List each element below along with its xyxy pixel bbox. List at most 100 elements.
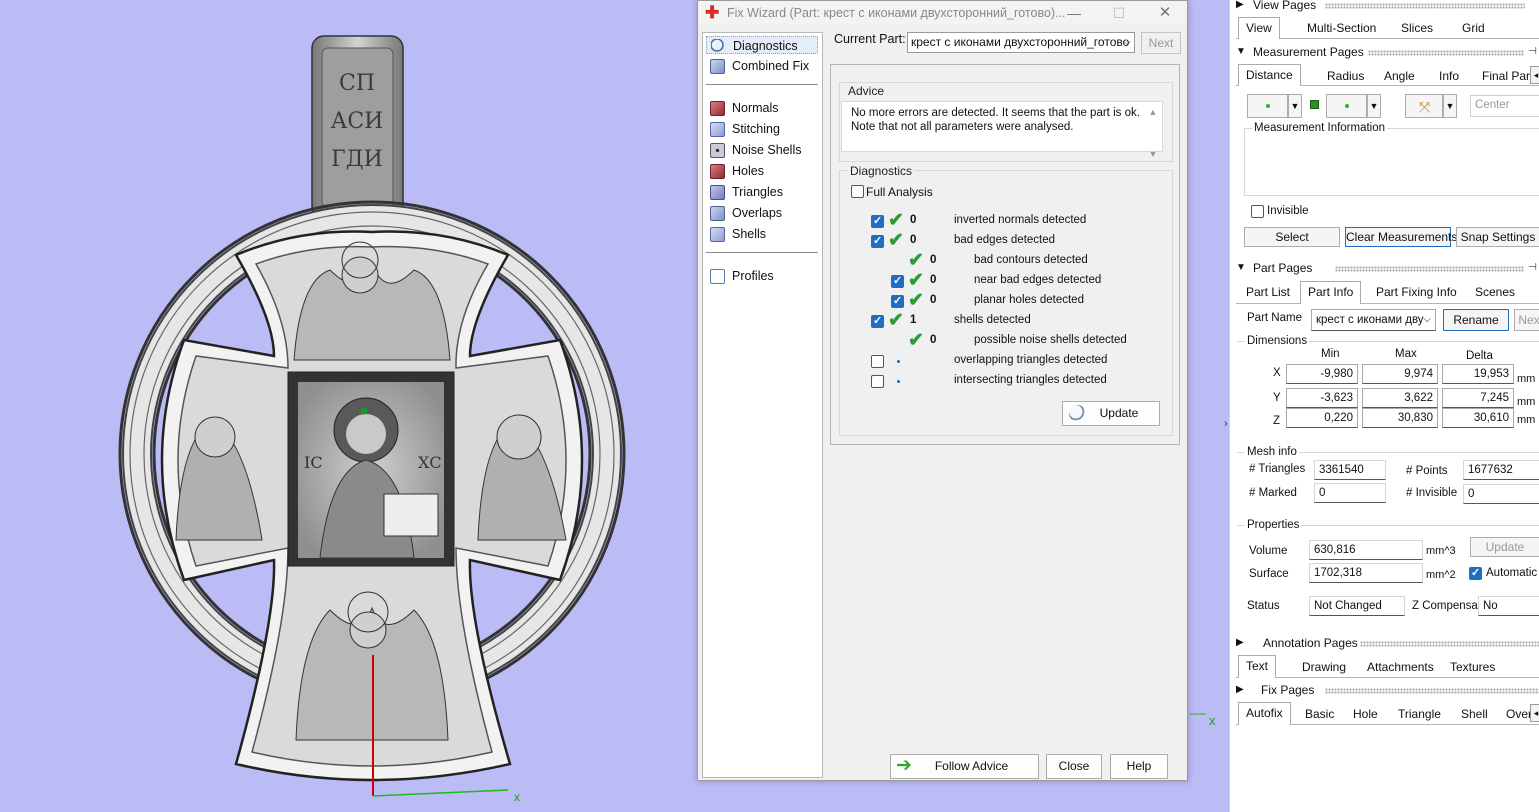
nav-item-stitching[interactable]: Stitching [706, 120, 818, 138]
snap-mode-button[interactable]: ⤧ [1405, 94, 1443, 118]
nav-item-overlaps[interactable]: Overlaps [706, 204, 818, 222]
tab-part-info[interactable]: Part Info [1300, 281, 1362, 304]
part-next-button[interactable]: Nex [1514, 309, 1539, 331]
y-max-field[interactable]: 3,622 [1362, 388, 1438, 408]
tab-scroll-left-icon[interactable]: ◂ [1530, 704, 1539, 722]
invisible-checkbox[interactable] [1251, 205, 1264, 218]
minimize-button[interactable]: — [1064, 4, 1084, 22]
tab-grid[interactable]: Grid [1462, 21, 1485, 35]
annotation-pages-title: Annotation Pages [1263, 636, 1358, 650]
volume-field[interactable]: 630,816 [1309, 540, 1423, 560]
nav-item-combined-fix[interactable]: Combined Fix [706, 57, 818, 75]
follow-advice-label: Follow Advice [934, 759, 1009, 773]
intersecting-triangles-checkbox[interactable] [871, 375, 884, 388]
tab-overlap[interactable]: Over [1506, 707, 1532, 721]
part-pages-header[interactable]: ▼ Part Pages [1236, 261, 1312, 275]
tab-triangle[interactable]: Triangle [1398, 707, 1441, 721]
tab-drawing[interactable]: Drawing [1302, 660, 1346, 674]
x-delta-field[interactable]: 19,953 [1442, 364, 1514, 384]
tab-hole[interactable]: Hole [1353, 707, 1378, 721]
surface-field[interactable]: 1702,318 [1309, 563, 1423, 583]
overlapping-triangles-checkbox[interactable] [871, 355, 884, 368]
update-button[interactable]: Update [1062, 401, 1160, 426]
part-name-select[interactable]: крест с иконами дву ⌵ [1311, 309, 1436, 331]
tab-multi-section[interactable]: Multi-Section [1307, 21, 1376, 35]
tab-part-list[interactable]: Part List [1246, 285, 1290, 299]
inverted-normals-checkbox[interactable] [871, 214, 884, 228]
rename-button[interactable]: Rename [1443, 309, 1509, 331]
tab-text[interactable]: Text [1238, 655, 1277, 678]
invisible-count-field[interactable]: 0 [1463, 484, 1539, 504]
splitter-handle[interactable]: › [1224, 418, 1228, 430]
planar-holes-checkbox[interactable] [891, 294, 904, 308]
current-part-select[interactable]: крест с иконами двухсторонний_готово ⌵ [907, 32, 1135, 53]
marked-field[interactable]: 0 [1314, 483, 1386, 503]
snap-point-1-dropdown[interactable]: ▼ [1288, 94, 1302, 118]
stitching-icon [710, 122, 725, 137]
y-min-field[interactable]: -3,623 [1286, 388, 1358, 408]
select-button[interactable]: Select [1244, 227, 1340, 247]
shells-checkbox[interactable] [871, 314, 884, 328]
annotation-pages-header[interactable]: ▶ Annotation Pages [1236, 636, 1358, 650]
tab-textures[interactable]: Textures [1450, 660, 1495, 674]
measurement-pages-header[interactable]: ▼ Measurement Pages [1236, 45, 1364, 59]
tab-basic[interactable]: Basic [1305, 707, 1334, 721]
tab-info[interactable]: Info [1439, 69, 1459, 83]
close-button[interactable]: Close [1046, 754, 1102, 779]
nav-item-normals[interactable]: Normals [706, 99, 818, 117]
close-window-button[interactable]: ✕ [1155, 4, 1175, 22]
status-field[interactable]: Not Changed [1309, 596, 1405, 616]
z-max-field[interactable]: 30,830 [1362, 408, 1438, 428]
pin-icon[interactable]: ⊣ [1528, 46, 1537, 57]
follow-advice-button[interactable]: ➔ Follow Advice [890, 754, 1039, 779]
z-min-field[interactable]: 0,220 [1286, 408, 1358, 428]
snap-settings-button[interactable]: Snap Settings [1456, 227, 1539, 247]
points-field[interactable]: 1677632 [1463, 460, 1539, 480]
maximize-button[interactable]: ☐ [1109, 4, 1129, 22]
full-analysis-checkbox[interactable] [851, 185, 864, 198]
snap-point-2-button[interactable] [1326, 94, 1367, 118]
clear-measurements-button[interactable]: Clear Measurements [1345, 227, 1457, 247]
nav-item-holes[interactable]: Holes [706, 162, 818, 180]
z-compensated-field[interactable]: No [1478, 596, 1539, 616]
snap-mode-dropdown[interactable]: ▼ [1443, 94, 1457, 118]
automatic-checkbox[interactable] [1469, 566, 1482, 580]
center-field[interactable]: Center [1470, 95, 1539, 117]
tab-shell[interactable]: Shell [1461, 707, 1488, 721]
tab-final-part[interactable]: Final Part [1482, 69, 1533, 83]
snap-point-2-dropdown[interactable]: ▼ [1367, 94, 1381, 118]
nav-item-profiles[interactable]: Profiles [706, 267, 818, 285]
tab-radius[interactable]: Radius [1327, 69, 1364, 83]
y-delta-field[interactable]: 7,245 [1442, 388, 1514, 408]
x-max-field[interactable]: 9,974 [1362, 364, 1438, 384]
tab-angle[interactable]: Angle [1384, 69, 1415, 83]
view-pages-header[interactable]: ▶ View Pages [1236, 0, 1316, 12]
properties-update-button[interactable]: Update [1470, 537, 1539, 557]
tab-scenes[interactable]: Scenes [1475, 285, 1515, 299]
tab-distance[interactable]: Distance [1238, 64, 1301, 86]
help-button[interactable]: Help [1110, 754, 1168, 779]
chevron-down-icon: ⌵ [1423, 314, 1431, 325]
tab-view[interactable]: View [1238, 17, 1280, 39]
triangles-field[interactable]: 3361540 [1314, 460, 1386, 480]
tab-autofix[interactable]: Autofix [1238, 702, 1291, 725]
x-min-field[interactable]: -9,980 [1286, 364, 1358, 384]
nav-item-diagnostics[interactable]: Diagnostics [706, 36, 818, 54]
z-delta-field[interactable]: 30,610 [1442, 408, 1514, 428]
right-side-panel: ▶ View Pages View Multi-Section Slices G… [1229, 0, 1539, 812]
pin-icon[interactable]: ⊣ [1528, 262, 1537, 273]
nav-item-noise-shells[interactable]: Noise Shells [706, 141, 818, 159]
tab-slices[interactable]: Slices [1401, 21, 1433, 35]
nav-item-shells[interactable]: Shells [706, 225, 818, 243]
near-bad-edges-checkbox[interactable] [891, 274, 904, 288]
fix-pages-header[interactable]: ▶ Fix Pages [1236, 683, 1314, 697]
advice-scrollbar[interactable]: ▲ ▼ [1147, 105, 1159, 159]
snap-point-1-button[interactable] [1247, 94, 1288, 118]
next-button[interactable]: Next [1141, 32, 1181, 54]
bad-edges-checkbox[interactable] [871, 234, 884, 248]
tab-attachments[interactable]: Attachments [1367, 660, 1434, 674]
nav-item-triangles[interactable]: Triangles [706, 183, 818, 201]
dialog-title-bar[interactable]: ✚ Fix Wizard (Part: крест с иконами двух… [698, 1, 1187, 25]
tab-scroll-left-icon[interactable]: ◂ [1530, 66, 1539, 84]
tab-part-fixing-info[interactable]: Part Fixing Info [1376, 285, 1457, 299]
